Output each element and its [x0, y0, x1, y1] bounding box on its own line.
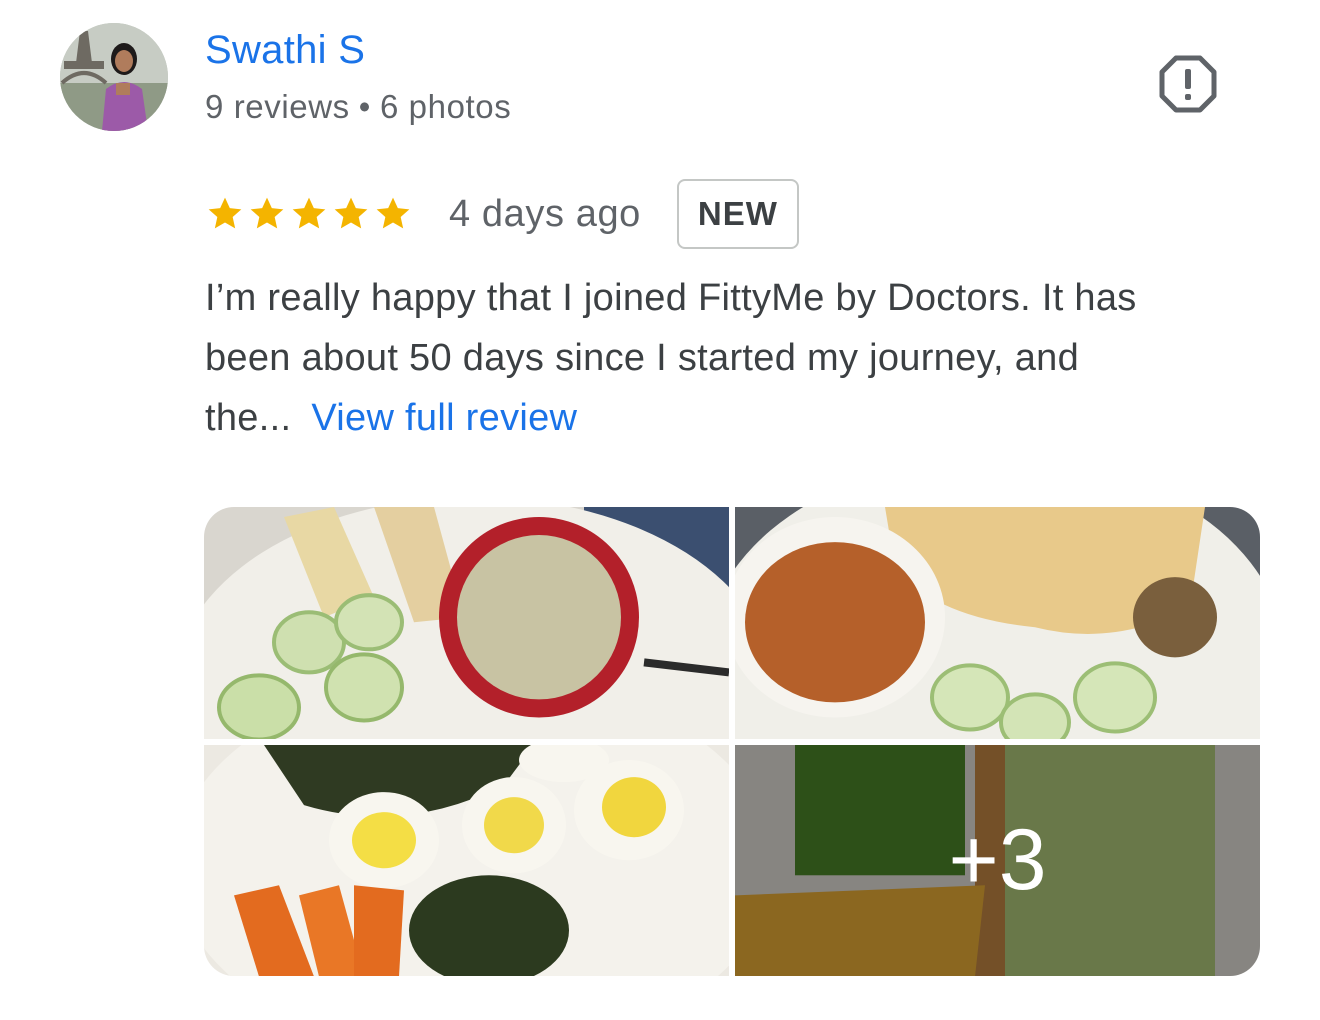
review-text-line-1: I’m really happy that I joined FittyMe b… [205, 277, 1137, 319]
review-text-line-3-text: the... [205, 397, 292, 439]
review-photo-2[interactable] [735, 507, 1260, 739]
view-full-review-link[interactable]: View full review [311, 397, 577, 439]
rating-row: 4 days ago NEW [205, 176, 799, 252]
new-badge: NEW [676, 179, 799, 249]
star-icon [334, 197, 368, 229]
reviewer-name[interactable]: Swathi S [205, 28, 365, 73]
photo-grid: +3 [204, 507, 1260, 976]
avatar-image [60, 23, 168, 131]
reviewer-avatar[interactable] [60, 23, 168, 131]
star-icon [376, 197, 410, 229]
review-photo-3[interactable] [204, 744, 729, 976]
reviewer-meta: 9 reviews • 6 photos [205, 88, 511, 126]
meta-separator: • [358, 88, 371, 125]
star-rating [205, 194, 413, 234]
review-text-line-3: the... View full review [205, 388, 1265, 448]
photo-count: 6 photos [379, 88, 512, 125]
review-count: 9 reviews [205, 88, 350, 125]
more-photos-overlay[interactable]: +3 [735, 744, 1260, 976]
review-text: I’m really happy that I joined FittyMe b… [205, 268, 1265, 448]
report-flag-icon[interactable] [1158, 54, 1218, 114]
star-icon [292, 197, 326, 229]
review-date: 4 days ago [449, 192, 641, 235]
review-photo-4[interactable]: +3 [735, 744, 1260, 976]
review-text-line-2: been about 50 days since I started my jo… [205, 337, 1080, 379]
star-icon [250, 197, 284, 229]
star-icon [208, 197, 242, 229]
review-photo-1[interactable] [204, 507, 729, 739]
